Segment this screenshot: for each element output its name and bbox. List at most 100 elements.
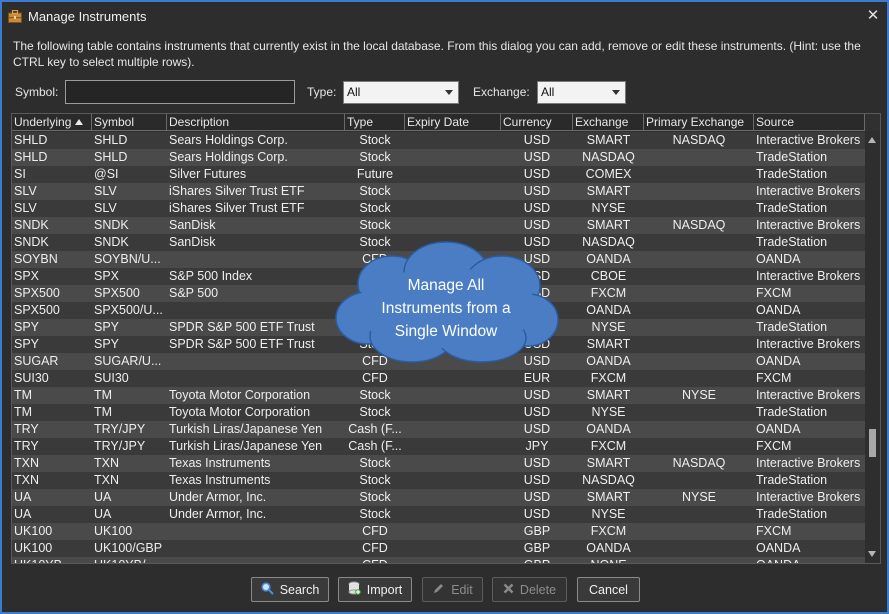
cell-source: TradeStation: [756, 201, 828, 215]
table-row[interactable]: SHLD SHLD Sears Holdings Corp. Stock USD NASD…: [12, 149, 865, 166]
cell-exchange: FXCM: [590, 524, 627, 538]
cell-underlying: SI: [14, 167, 26, 181]
cell-currency: USD: [523, 490, 551, 504]
table-row[interactable]: UA UA Under Armor, Inc. Stock USD NYSE TradeSt…: [12, 506, 865, 523]
cell-symbol: TM: [94, 388, 113, 402]
cell-underlying: UA: [14, 490, 32, 504]
table-row[interactable]: TRY TRY/JPY Turkish Liras/Japanese Yen Cash…: [12, 421, 865, 438]
column-header-expiry-date[interactable]: Expiry Date: [405, 114, 501, 131]
cell-expiry-date: [405, 540, 501, 557]
cell-source: FXCM: [756, 439, 792, 453]
cell-currency: USD: [523, 507, 551, 521]
column-header-exchange[interactable]: Exchange: [573, 114, 644, 131]
scroll-up-icon[interactable]: [868, 137, 876, 143]
cell-underlying: SLV: [14, 184, 37, 198]
cell-primary-exchange: [644, 336, 754, 353]
callout-cloud: Manage All Instruments from a Single Win…: [332, 240, 560, 364]
table-row[interactable]: TXN TXN Texas Instruments Stock USD NASDAQ Tra…: [12, 472, 865, 489]
table-row[interactable]: TRY TRY/JPY Turkish Liras/Japanese Yen Cash…: [12, 438, 865, 455]
column-header-currency[interactable]: Currency: [501, 114, 573, 131]
exchange-select[interactable]: All: [537, 81, 626, 104]
cell-exchange: NONE: [573, 557, 644, 563]
cell-source: Interactive Brokers: [756, 184, 861, 198]
cell-expiry-date: [405, 132, 501, 149]
cell-exchange: SMART: [586, 133, 631, 147]
scroll-thumb[interactable]: [869, 429, 876, 457]
search-button[interactable]: Search: [251, 577, 329, 602]
cell-description: Toyota Motor Corporation: [169, 405, 311, 419]
cell-source: OANDA: [756, 354, 801, 368]
cell-exchange: COMEX: [585, 167, 632, 181]
column-header-underlying[interactable]: Underlying: [12, 114, 92, 131]
cell-exchange: FXCM: [590, 371, 627, 385]
scroll-down-icon[interactable]: [868, 551, 876, 557]
cell-currency: USD: [523, 405, 551, 419]
edit-button[interactable]: Edit: [422, 577, 483, 602]
cell-type: Stock: [359, 405, 391, 419]
table-row[interactable]: TXN TXN Texas Instruments Stock USD SMART NASD…: [12, 455, 865, 472]
table-row[interactable]: SNDK SNDK SanDisk Stock USD SMART NASDAQ Intera…: [12, 217, 865, 234]
table-row[interactable]: SI @SI Silver Futures Future USD COMEX TradeSt…: [12, 166, 865, 183]
cell-primary-exchange: [644, 404, 754, 421]
import-button[interactable]: Import: [338, 577, 412, 602]
delete-button[interactable]: Delete: [492, 577, 567, 602]
table-row[interactable]: SHLD SHLD Sears Holdings Corp. Stock USD SMAR…: [12, 132, 865, 149]
cell-underlying: SPX500: [14, 303, 60, 317]
table-row[interactable]: SLV SLV iShares Silver Trust ETF Stock USD NY…: [12, 200, 865, 217]
cell-source: FXCM: [756, 524, 792, 538]
cell-underlying: UK10YB: [12, 557, 92, 563]
cell-expiry-date: [405, 557, 501, 563]
table-row[interactable]: TM TM Toyota Motor Corporation Stock USD SMAR…: [12, 387, 865, 404]
cell-expiry-date: [405, 200, 501, 217]
cell-expiry-date: [405, 506, 501, 523]
cell-primary-exchange: [644, 506, 754, 523]
callout-line: Manage All: [407, 277, 485, 294]
table-row[interactable]: TM TM Toyota Motor Corporation Stock USD NYSE…: [12, 404, 865, 421]
column-header-primary-exchange[interactable]: Primary Exchange: [644, 114, 754, 131]
cell-primary-exchange: [644, 540, 754, 557]
cell-exchange: NYSE: [591, 201, 626, 215]
cell-description: Turkish Liras/Japanese Yen: [169, 439, 323, 453]
column-header-type[interactable]: Type: [345, 114, 405, 131]
cell-primary-exchange: [644, 370, 754, 387]
cell-primary-exchange: [644, 557, 754, 563]
cell-underlying: UA: [14, 507, 32, 521]
cell-exchange: SMART: [586, 456, 631, 470]
cell-description: [167, 557, 345, 563]
cell-primary-exchange: NYSE: [681, 490, 717, 504]
cell-symbol: SLV: [94, 201, 117, 215]
cell-primary-exchange: [644, 183, 754, 200]
symbol-input[interactable]: [65, 80, 295, 104]
type-label: Type:: [307, 85, 337, 99]
vertical-scrollbar[interactable]: [865, 131, 880, 563]
cell-type: Stock: [359, 388, 391, 402]
close-button[interactable]: ✕: [863, 6, 883, 26]
cell-description: Toyota Motor Corporation: [169, 388, 311, 402]
cancel-button[interactable]: Cancel: [577, 577, 640, 602]
table-row[interactable]: SLV SLV iShares Silver Trust ETF Stock USD SM…: [12, 183, 865, 200]
column-header-label: Expiry Date: [407, 115, 470, 129]
pencil-icon: [432, 582, 445, 598]
cell-symbol: UK10YB/...: [92, 557, 167, 563]
cell-exchange: NYSE: [591, 320, 626, 334]
cell-description: [167, 353, 345, 370]
title-bar[interactable]: Manage Instruments ✕: [2, 2, 887, 30]
table-row[interactable]: UK10YBUK10YB/... CFD GBPNONE OANDA: [12, 557, 865, 563]
cell-primary-exchange: [644, 149, 754, 166]
column-header-source[interactable]: Source: [754, 114, 865, 131]
cell-primary-exchange: [644, 421, 754, 438]
cell-currency: USD: [523, 218, 551, 232]
table-row[interactable]: UA UA Under Armor, Inc. Stock USD SMART NYSE In…: [12, 489, 865, 506]
table-row[interactable]: UK100 UK100/GBP CFD GBP OANDA OANDA: [12, 540, 865, 557]
table-row[interactable]: SUI30 SUI30 CFD EUR FXCM FXCM: [12, 370, 865, 387]
type-select[interactable]: All: [343, 81, 459, 104]
cell-source: OANDA: [756, 541, 801, 555]
column-header-description[interactable]: Description: [167, 114, 345, 131]
cell-type: Stock: [359, 490, 391, 504]
chevron-down-icon: [612, 90, 620, 95]
cell-underlying: TM: [14, 405, 33, 419]
cell-exchange: FXCM: [590, 439, 627, 453]
table-row[interactable]: UK100 UK100 CFD GBP FXCM FXCM: [12, 523, 865, 540]
column-header-symbol[interactable]: Symbol: [92, 114, 167, 131]
cell-primary-exchange: NASDAQ: [672, 456, 726, 470]
